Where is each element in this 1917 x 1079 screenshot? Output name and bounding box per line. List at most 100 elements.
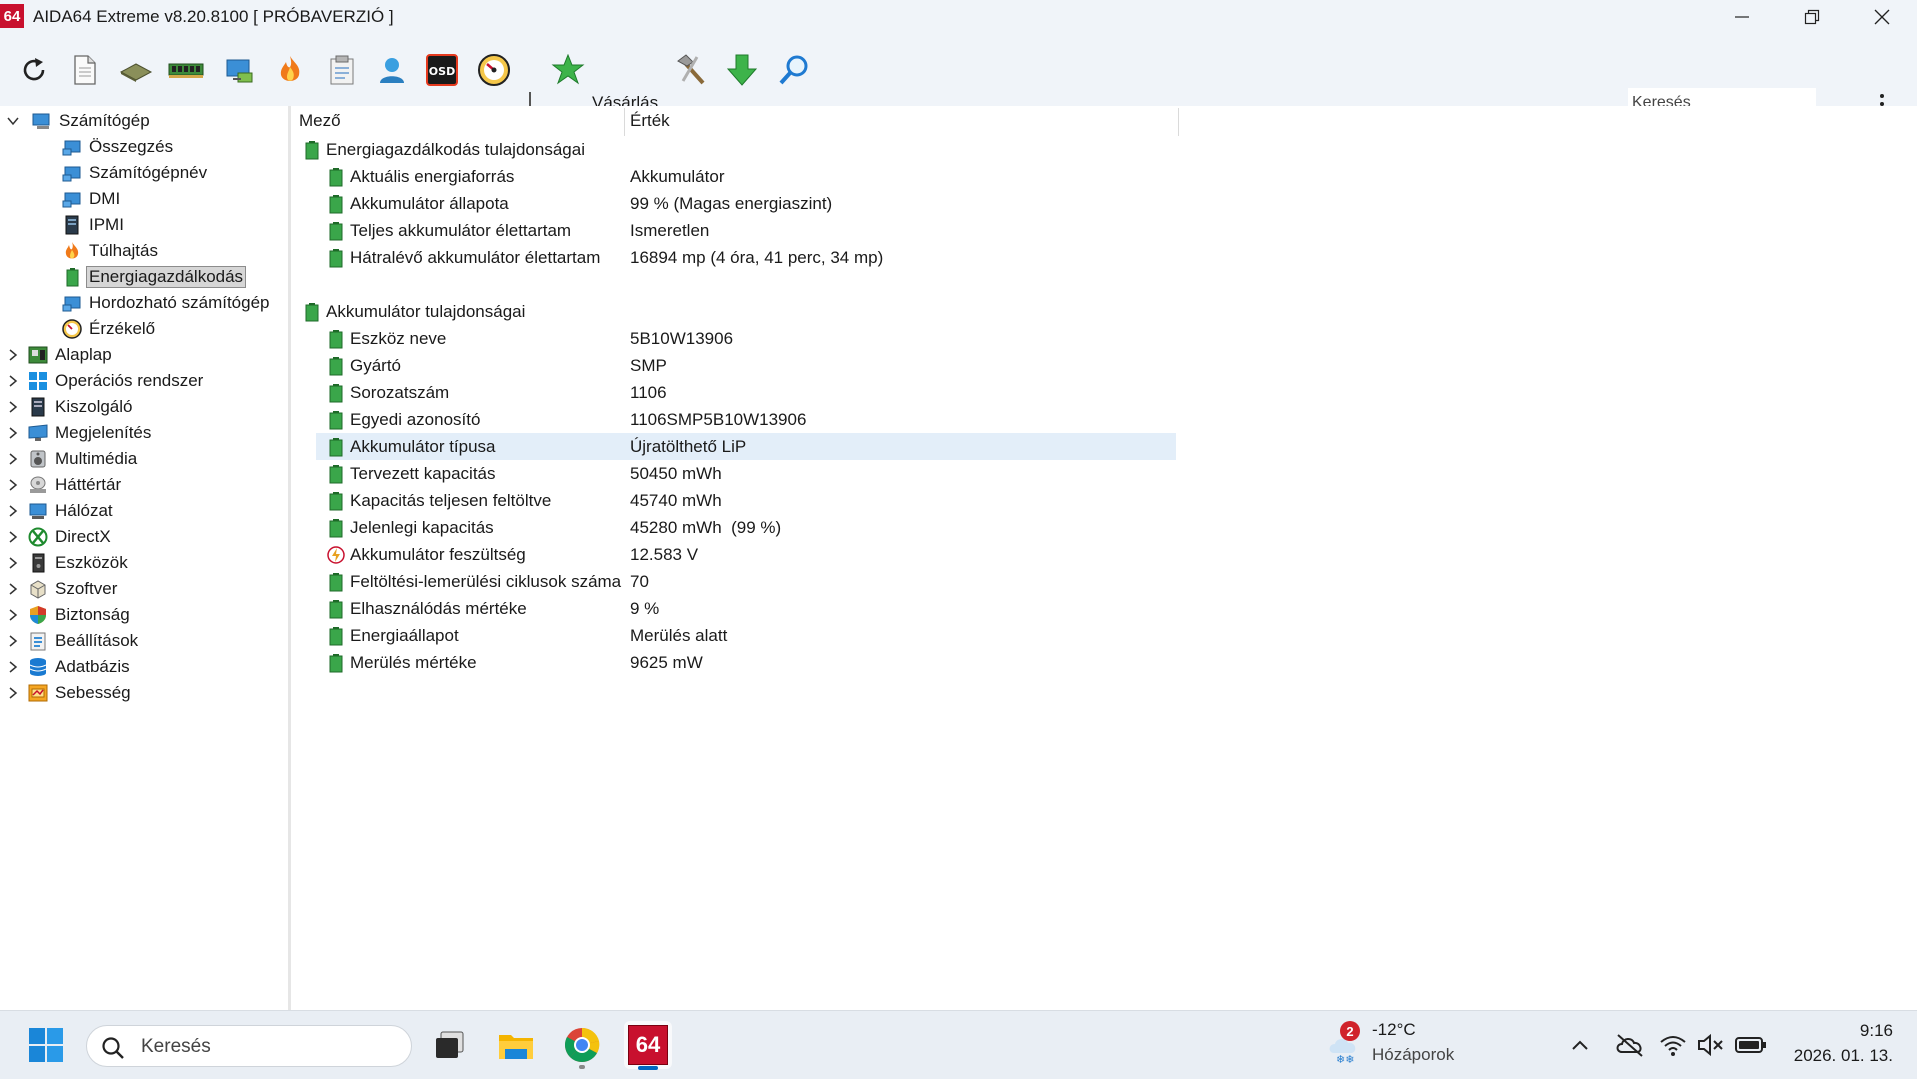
tree-item-computer[interactable]: Számítógép — [32, 108, 153, 134]
tree-item-security[interactable]: Biztonság — [28, 602, 133, 628]
tree-item-power-management[interactable]: Energiagazdálkodás — [58, 264, 247, 290]
table-row[interactable]: Energiaállapot Merülés alatt — [291, 622, 1917, 649]
tree-item-portable-computer[interactable]: Hordozható számítógép — [62, 290, 273, 316]
table-row[interactable]: Teljes akkumulátor élettartam Ismeretlen — [291, 217, 1917, 244]
motherboard-button[interactable] — [116, 50, 156, 90]
minimize-button[interactable] — [1707, 0, 1777, 34]
weather-temperature[interactable]: -12°C — [1372, 1020, 1416, 1040]
table-row[interactable]: Aktuális energiaforrás Akkumulátor — [291, 163, 1917, 190]
onedrive-status-button[interactable] — [1606, 1021, 1654, 1069]
field-name: Jelenlegi kapacitás — [350, 517, 494, 537]
tree-item-label: Háttértár — [55, 475, 122, 494]
aida64-taskbar-button[interactable]: 64 — [624, 1021, 672, 1070]
battery-button[interactable] — [1728, 1021, 1774, 1069]
tree-item-settings[interactable]: Beállítások — [28, 628, 141, 654]
table-row[interactable]: Sorozatszám 1106 — [291, 379, 1917, 406]
restore-icon — [1804, 9, 1820, 25]
tree-collapse-toggle[interactable] — [6, 114, 20, 128]
tree-expand-toggle[interactable] — [6, 426, 20, 440]
close-button[interactable] — [1847, 0, 1917, 34]
column-header-field[interactable]: Mező — [299, 106, 341, 136]
sensor-button[interactable] — [474, 50, 514, 90]
tree-item-benchmark[interactable]: Sebesség — [28, 680, 134, 706]
tree-item-multimedia[interactable]: Multimédia — [28, 446, 140, 472]
tree-expand-toggle[interactable] — [6, 504, 20, 518]
active-indicator — [638, 1066, 658, 1070]
column-divider[interactable] — [624, 108, 625, 136]
tree-expand-toggle[interactable] — [6, 660, 20, 674]
osd-button[interactable]: OSD — [422, 50, 462, 90]
clock-time[interactable]: 9:16 — [1860, 1021, 1893, 1041]
tree-item-motherboard[interactable]: Alaplap — [28, 342, 115, 368]
tree-item-summary[interactable]: Összegzés — [62, 134, 176, 160]
search-tool-button[interactable] — [774, 50, 814, 90]
task-view-button[interactable] — [426, 1021, 474, 1069]
group-header-row[interactable]: Akkumulátor tulajdonságai — [291, 298, 1917, 325]
weather-description[interactable]: Hózáporok — [1372, 1045, 1454, 1065]
tree-item-storage[interactable]: Háttértár — [28, 472, 124, 498]
tools-button[interactable] — [672, 50, 712, 90]
restore-button[interactable] — [1777, 0, 1847, 34]
tree-item-ipmi[interactable]: IPMI — [62, 212, 127, 238]
clock-date[interactable]: 2026. 01. 13. — [1794, 1046, 1893, 1066]
buy-button[interactable] — [548, 50, 588, 90]
tree-expand-toggle[interactable] — [6, 686, 20, 700]
tree-expand-toggle[interactable] — [6, 530, 20, 544]
computer-button[interactable] — [220, 50, 260, 90]
user-button[interactable] — [372, 50, 412, 90]
tree-expand-toggle[interactable] — [6, 582, 20, 596]
battery-icon — [329, 518, 343, 537]
show-hidden-icons-button[interactable] — [1556, 1021, 1604, 1069]
table-row[interactable]: Feltöltési-lemerülési ciklusok száma 70 — [291, 568, 1917, 595]
table-row[interactable]: Kapacitás teljesen feltöltve 45740 mWh — [291, 487, 1917, 514]
table-row[interactable]: Jelenlegi kapacitás 45280 mWh (99 %) — [291, 514, 1917, 541]
table-row[interactable]: Tervezett kapacitás 50450 mWh — [291, 460, 1917, 487]
refresh-button[interactable] — [14, 50, 54, 90]
table-row[interactable]: Akkumulátor állapota 99 % (Magas energia… — [291, 190, 1917, 217]
tree-item-operating-system[interactable]: Operációs rendszer — [28, 368, 206, 394]
download-button[interactable] — [722, 50, 762, 90]
tree-expand-toggle[interactable] — [6, 400, 20, 414]
table-row[interactable]: Egyedi azonosító 1106SMP5B10W13906 — [291, 406, 1917, 433]
tree-item-directx[interactable]: DirectX — [28, 524, 114, 550]
chrome-button[interactable] — [558, 1021, 606, 1069]
table-row[interactable]: Hátralévő akkumulátor élettartam 16894 m… — [291, 244, 1917, 271]
battery-icon — [329, 221, 343, 240]
schedule-button[interactable] — [322, 50, 362, 90]
memory-button[interactable] — [166, 50, 206, 90]
table-row-selected[interactable]: Akkumulátor típusa Újratölthető LiP — [291, 433, 1917, 460]
tree-expand-toggle[interactable] — [6, 348, 20, 362]
tree-item-dmi[interactable]: DMI — [62, 186, 123, 212]
tree-item-computer-name[interactable]: Számítógépnév — [62, 160, 210, 186]
tree-item-server[interactable]: Kiszolgáló — [28, 394, 136, 420]
tree-item-database[interactable]: Adatbázis — [28, 654, 133, 680]
tree-expand-toggle[interactable] — [6, 452, 20, 466]
table-row[interactable]: Eszköz neve 5B10W13906 — [291, 325, 1917, 352]
computer-icon — [226, 59, 253, 83]
tree-item-display[interactable]: Megjelenítés — [28, 420, 154, 446]
file-explorer-button[interactable] — [492, 1021, 540, 1069]
overclock-button[interactable] — [270, 50, 310, 90]
table-row[interactable]: Akkumulátor feszültség 12.583 V — [291, 541, 1917, 568]
table-row[interactable]: Merülés mértéke 9625 mW — [291, 649, 1917, 676]
report-button[interactable] — [64, 50, 104, 90]
tree-expand-toggle[interactable] — [6, 556, 20, 570]
table-row[interactable]: Gyártó SMP — [291, 352, 1917, 379]
start-button[interactable] — [22, 1021, 70, 1069]
column-divider[interactable] — [1178, 108, 1179, 136]
group-header-row[interactable]: Energiagazdálkodás tulajdonságai — [291, 136, 1917, 163]
tree-expand-toggle[interactable] — [6, 634, 20, 648]
tree-expand-toggle[interactable] — [6, 608, 20, 622]
tree-expand-toggle[interactable] — [6, 478, 20, 492]
table-row[interactable]: Elhasználódás mértéke 9 % — [291, 595, 1917, 622]
tree-item-software[interactable]: Szoftver — [28, 576, 120, 602]
tree-item-sensor[interactable]: Érzékelő — [62, 316, 158, 342]
tree-expand-toggle[interactable] — [6, 374, 20, 388]
tree-item-devices[interactable]: Eszközök — [28, 550, 131, 576]
tree-item-label: Megjelenítés — [55, 423, 152, 442]
taskbar-search-box[interactable]: Keresés — [86, 1025, 412, 1067]
tree-item-overclock[interactable]: Túlhajtás — [62, 238, 161, 264]
column-header-value[interactable]: Érték — [630, 106, 670, 136]
tree-item-network[interactable]: Hálózat — [28, 498, 116, 524]
weather-widget[interactable]: ❄❄ 2 — [1322, 1021, 1370, 1071]
